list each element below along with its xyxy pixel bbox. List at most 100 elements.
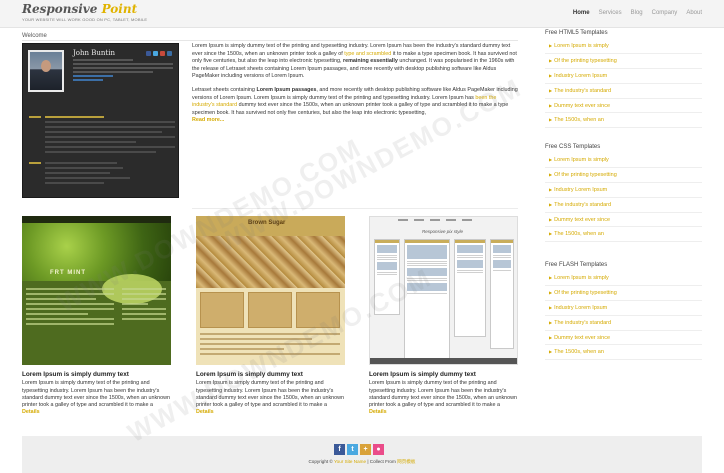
sidebar-link-label: The 1500s, when an	[554, 231, 604, 238]
sidebar-link[interactable]: ▶ The 1500s, when an	[545, 345, 702, 361]
linkedin-icon	[167, 51, 172, 56]
sidebar-link[interactable]: ▶ Of the printing typesetting	[545, 286, 702, 301]
profile-skills-lines	[45, 162, 175, 187]
caption-body: Lorem Ipsum is simply dummy text of the …	[22, 380, 171, 409]
logo-text-primary: Responsive	[22, 2, 98, 16]
sidebar-link[interactable]: ▶ Dummy text ever since	[545, 99, 702, 114]
nav-company[interactable]: Company	[652, 10, 678, 16]
sidebar-link-label: Industry Lorem Ipsum	[554, 304, 608, 311]
bullet-icon: ▶	[549, 117, 553, 123]
content-divider	[192, 208, 518, 209]
sidebar-link[interactable]: ▶ Of the printing typesetting	[545, 54, 702, 69]
bullet-icon: ▶	[549, 72, 553, 78]
sidebar-group-title: Free FLASH Templates	[545, 262, 608, 268]
collect-link[interactable]: 网页模板	[397, 459, 415, 464]
sidebar-link[interactable]: ▶ The 1500s, when an	[545, 227, 702, 243]
sidebar-link-label: The 1500s, when an	[554, 349, 604, 356]
thumb-nav-bar	[22, 216, 171, 223]
sidebar-link[interactable]: ▶ Industry Lorem Ipsum	[545, 183, 702, 198]
profile-social-icons	[146, 51, 172, 56]
sidebar-link-label: Of the printing typesetting	[554, 57, 617, 64]
thumb-text-lines	[200, 333, 340, 358]
collect-prefix: | Collect From	[367, 459, 396, 464]
sidebar-link-label: Of the printing typesetting	[554, 171, 617, 178]
intro-paragraph: Letraset sheets containing Lorem Ipsum p…	[192, 87, 520, 125]
thumb-text-column	[26, 288, 114, 328]
sidebar-link[interactable]: ▶ The 1500s, when an	[545, 113, 702, 129]
bullet-icon: ▶	[549, 87, 553, 93]
sidebar-group-html5: Free HTML5 Templates ▶ Lorem Ipsum is sim…	[545, 28, 702, 129]
thumb-image-box	[296, 292, 340, 328]
sidebar-link[interactable]: ▶ The industry's standard	[545, 84, 702, 99]
bullet-icon: ▶	[549, 102, 553, 108]
bullet-icon: ▶	[549, 43, 553, 48]
nav-about[interactable]: About	[686, 10, 702, 16]
sidebar-link[interactable]: ▶ Lorem Ipsum is simply	[545, 271, 702, 286]
sidebar-link-label: Industry Lorem Ipsum	[554, 186, 608, 193]
sidebar-link[interactable]: ▶ The industry's standard	[545, 316, 702, 331]
googleplus-icon[interactable]: +	[360, 444, 371, 455]
bullet-icon: ▶	[549, 334, 553, 340]
details-link[interactable]: Details	[369, 409, 521, 416]
details-link[interactable]: Details	[22, 409, 174, 416]
sidebar-link[interactable]: ▶ Dummy text ever since	[545, 331, 702, 346]
text-run: dummy text ever since the 1500s, when an…	[192, 102, 509, 116]
bullet-icon: ▶	[549, 304, 553, 310]
dribbble-icon[interactable]: ●	[373, 444, 384, 455]
facebook-icon[interactable]: f	[334, 444, 345, 455]
site-logo[interactable]: Responsive Point	[22, 3, 137, 16]
sidebar-link-label: Dummy text ever since	[554, 334, 611, 341]
details-link[interactable]: Details	[196, 409, 348, 416]
sidebar-group-css: Free CSS Templates ▶ Lorem Ipsum is simpl…	[545, 142, 702, 243]
sidebar-link-label: Of the printing typesetting	[554, 289, 617, 296]
bullet-icon: ▶	[549, 289, 553, 295]
thumb-header	[196, 216, 345, 236]
sidebar-link[interactable]: ▶ Industry Lorem Ipsum	[545, 69, 702, 84]
profile-photo	[28, 50, 64, 92]
inline-link[interactable]: type and scrambled	[344, 51, 391, 57]
template-thumbnail-responsive[interactable]: Responsive pix style	[369, 216, 518, 365]
read-more-link[interactable]: Read more...	[192, 117, 224, 123]
thumb-image-box	[200, 292, 244, 328]
profile-template-preview[interactable]: John Buntin	[22, 43, 179, 198]
bullet-icon: ▶	[549, 349, 553, 355]
sidebar-link-label: Lorem Ipsum is simply	[554, 275, 609, 281]
text-run: Letraset sheets containing	[192, 86, 257, 93]
screen-mockup	[490, 239, 514, 349]
profile-name: John Buntin	[73, 49, 115, 57]
bullet-icon: ▶	[549, 57, 553, 63]
sidebar-link-label: The industry's standard	[554, 319, 612, 326]
nav-services[interactable]: Services	[599, 10, 622, 16]
thumb-footer	[370, 358, 517, 364]
nav-blog[interactable]: Blog	[631, 10, 643, 16]
site-name-link[interactable]: Your Site Name	[334, 459, 366, 464]
sidebar-link[interactable]: ▶ Of the printing typesetting	[545, 168, 702, 183]
template-thumbnail-brown-sugar[interactable]: Brown Sugar	[196, 216, 345, 365]
sidebar-link[interactable]: ▶ Lorem Ipsum is simply	[545, 153, 702, 168]
sidebar-link[interactable]: ▶ Industry Lorem Ipsum	[545, 301, 702, 316]
bullet-icon: ▶	[549, 201, 553, 207]
nav-home[interactable]: Home	[573, 10, 590, 16]
site-footer: f t + ● Copyright © Your Site Name | Col…	[22, 436, 702, 473]
bullet-icon: ▶	[549, 231, 553, 237]
caption-body: Lorem Ipsum is simply dummy text of the …	[369, 380, 518, 409]
twitter-icon	[153, 51, 158, 56]
sidebar-link-label: Dummy text ever since	[554, 102, 611, 109]
profile-section-marker	[29, 162, 41, 164]
thumbnail-caption: Lorem Ipsum is simply dummy text Lorem I…	[196, 371, 348, 417]
thumbnail-caption: Lorem Ipsum is simply dummy text Lorem I…	[369, 371, 521, 417]
title-divider	[22, 40, 518, 41]
thumb-image-box	[248, 292, 292, 328]
twitter-icon[interactable]: t	[347, 444, 358, 455]
sidebar-link[interactable]: ▶ The industry's standard	[545, 198, 702, 213]
bullet-icon: ▶	[549, 186, 553, 192]
sidebar-link[interactable]: ▶ Dummy text ever since	[545, 213, 702, 228]
screen-mockup	[404, 239, 450, 359]
copyright-text: Copyright © Your Site Name | Collect Fro…	[22, 459, 702, 465]
page-title: Welcome	[22, 33, 47, 39]
template-thumbnail-mint[interactable]: FRT MINT	[22, 216, 171, 365]
sidebar-group-title: Free HTML5 Templates	[545, 30, 608, 36]
profile-section-marker	[29, 116, 41, 118]
sidebar-link[interactable]: ▶ Lorem Ipsum is simply	[545, 39, 702, 54]
caption-body: Lorem Ipsum is simply dummy text of the …	[196, 380, 345, 409]
